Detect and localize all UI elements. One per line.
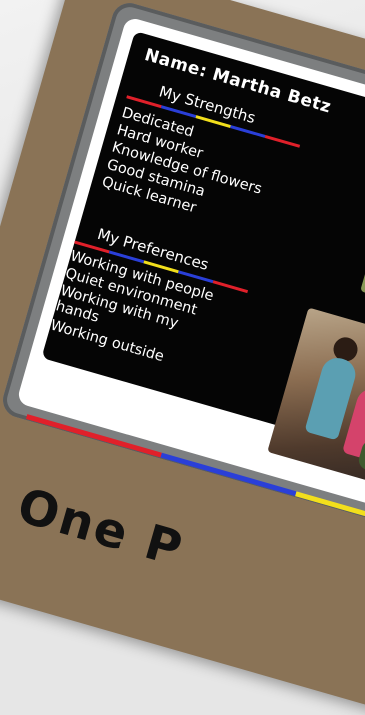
poster-scene: Name: Martha Betz My Strengths Dedicated…: [0, 0, 365, 715]
preference-item: Working outside: [48, 317, 166, 366]
poster-title: One P: [11, 477, 190, 579]
profile-card: Name: Martha Betz My Strengths Dedicated…: [16, 16, 365, 535]
poster-board: Name: Martha Betz My Strengths Dedicated…: [0, 0, 365, 715]
profile-frame: Name: Martha Betz My Strengths Dedicated…: [0, 0, 365, 535]
